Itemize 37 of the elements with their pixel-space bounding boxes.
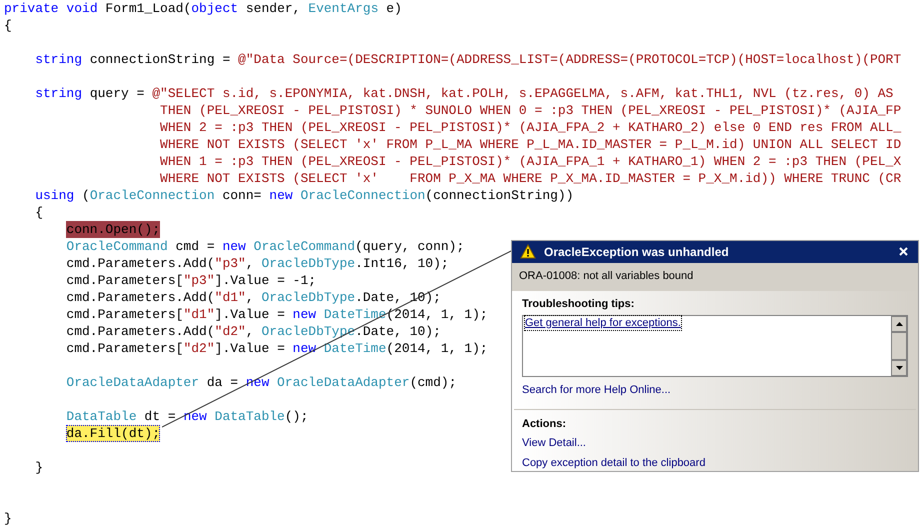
help-link[interactable]: Get general help for exceptions. bbox=[525, 316, 681, 330]
code-line: cmd.Parameters.Add("d2", OracleDbType.Date, 10); bbox=[66, 323, 441, 340]
scroll-up-icon bbox=[896, 322, 902, 326]
code-line: } bbox=[4, 510, 12, 527]
code-line: cmd.Parameters["d1"].Value = new DateTime(2014, 1, 1); bbox=[66, 306, 488, 323]
code-line: WHERE NOT EXISTS (SELECT 'x' FROM P_X_MA WHERE P_X_MA.ID_MASTER = P_X_M.id)) WHERE TRUNC (CR bbox=[159, 170, 902, 187]
tips-heading: Troubleshooting tips: bbox=[522, 296, 636, 312]
search-help-link[interactable]: Search for more Help Online... bbox=[522, 382, 671, 398]
code-line: WHEN 1 = :p3 THEN (PEL_XREOSI - PEL_PISTOSI)* (AJIA_FPA_1 + KATHARO_1) WHEN 2 = :p3 THEN (PEL_X bbox=[159, 153, 902, 170]
actions-heading: Actions: bbox=[522, 416, 566, 432]
close-icon bbox=[898, 247, 908, 256]
code-line: { bbox=[35, 204, 44, 221]
action-link[interactable]: View Detail... bbox=[522, 435, 586, 452]
code-line: cmd.Parameters["p3"].Value = -1; bbox=[66, 272, 316, 289]
scrollbar[interactable] bbox=[891, 316, 907, 376]
code-line: } bbox=[35, 459, 44, 476]
code-line: DataTable dt = new DataTable(); bbox=[66, 408, 308, 425]
code-line: using (OracleConnection conn= new OracleConnection(connectionString)) bbox=[35, 187, 574, 204]
error-statement: conn.Open(); bbox=[66, 221, 160, 238]
code-line: string query = @"SELECT s.id, s.EPONYMIA, kat.DNSH, kat.POLH, s.EPAGGELMA, s.AFM, kat.THL1, NVL (tz.res, 0) AS bbox=[35, 85, 894, 102]
code-line: cmd.Parameters.Add("p3", OracleDbType.Int16, 10); bbox=[66, 255, 449, 272]
scroll-down-icon bbox=[896, 366, 902, 370]
current-statement: da.Fill(dt); bbox=[66, 425, 160, 442]
code-line: WHERE NOT EXISTS (SELECT 'x' FROM P_L_MA WHERE P_L_MA.ID_MASTER = P_L_M.id) UNION ALL SELECT ID bbox=[159, 136, 902, 153]
code-line: private void Form1_Load(object sender, EventArgs e) bbox=[4, 0, 402, 17]
tips-list[interactable]: Get general help for exceptions. bbox=[522, 315, 908, 377]
code-line: string connectionString = @"Data Source=(DESCRIPTION=(ADDRESS_LIST=(ADDRESS=(PROTOCOL=TCP)(HOST=localhost)(PORT bbox=[35, 51, 902, 68]
code-line: OracleDataAdapter da = new OracleDataAdapter(cmd); bbox=[66, 374, 456, 391]
code-line: { bbox=[4, 17, 12, 34]
action-link[interactable]: Copy exception detail to the clipboard bbox=[522, 454, 706, 471]
code-line: OracleCommand cmd = new OracleCommand(query, conn); bbox=[66, 238, 464, 255]
code-line: cmd.Parameters["d2"].Value = new DateTime(2014, 1, 1); bbox=[66, 340, 488, 357]
warning-icon bbox=[520, 244, 536, 260]
code-line: WHEN 2 = :p3 THEN (PEL_XREOSI - PEL_PISTOSI)* (AJIA_FPA_2 + KATHARO_2) else 0 END res FROM ALL_ bbox=[159, 119, 902, 136]
code-line: THEN (PEL_XREOSI - PEL_PISTOSI) * SUNOLO WHEN 0 = :p3 THEN (PEL_XREOSI - PEL_PISTOSI)* (AJIA_FP bbox=[159, 102, 902, 119]
exception-message: ORA-01008: not all variables bound bbox=[519, 269, 694, 284]
dialog-title: OracleException was unhandled bbox=[544, 244, 730, 261]
